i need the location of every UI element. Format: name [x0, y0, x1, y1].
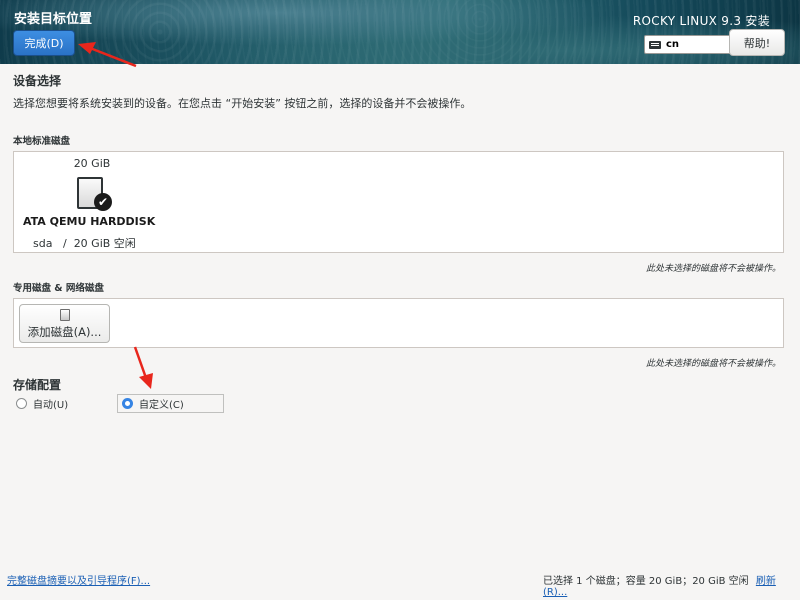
disk-tile-sda[interactable]: 20 GiB ✔ ATA QEMU HARDDISK sda / 20 GiB … [17, 154, 167, 250]
radio-automatic[interactable]: 自动(U) [16, 396, 68, 411]
header-texture [0, 0, 800, 64]
storage-config-title: 存储配置 [13, 378, 62, 392]
disk-free: 20 GiB 空闲 [73, 237, 136, 250]
specialized-disks-note: 此处未选择的磁盘将不会被操作。 [645, 359, 781, 369]
add-disk-button[interactable]: 添加磁盘(A)... [19, 304, 110, 343]
done-button[interactable]: 完成(D) [13, 30, 75, 56]
device-selection-title: 设备选择 [13, 74, 62, 88]
disk-device: sda [33, 237, 53, 250]
full-disk-summary-link[interactable]: 完整磁盘摘要以及引导程序(F)... [7, 572, 150, 587]
device-selection-description: 选择您想要将系统安装到的设备。在您点击 “开始安装” 按钮之前，选择的设备并不会… [13, 97, 472, 110]
harddisk-icon [60, 309, 70, 321]
disk-separator: / [62, 237, 67, 250]
keyboard-icon [649, 40, 661, 49]
specialized-disks-title: 专用磁盘 & 网络磁盘 [13, 283, 104, 294]
radio-button-checked[interactable] [122, 398, 133, 409]
local-disks-note: 此处未选择的磁盘将不会被操作。 [645, 264, 781, 274]
local-disks-title: 本地标准磁盘 [13, 136, 71, 147]
add-disk-label: 添加磁盘(A)... [27, 325, 102, 339]
header-banner: 安装目标位置 完成(D) ROCKY LINUX 9.3 安装 cn 帮助! [0, 0, 800, 64]
keyboard-layout-label: cn [666, 39, 680, 50]
radio-custom[interactable]: 自定义(C) [117, 394, 224, 413]
keyboard-layout-indicator[interactable]: cn [644, 35, 734, 54]
selection-status: 已选择 1 个磁盘；容量 20 GiB；20 GiB 空闲 [543, 576, 749, 587]
product-title: ROCKY LINUX 9.3 安装 [632, 14, 770, 28]
disk-size: 20 GiB [73, 157, 111, 170]
specialized-disks-panel: 添加磁盘(A)... [13, 298, 784, 348]
checkmark-icon: ✔ [94, 193, 112, 211]
local-disks-panel: 20 GiB ✔ ATA QEMU HARDDISK sda / 20 GiB … [13, 151, 784, 253]
page-title: 安装目标位置 [14, 12, 93, 27]
selection-summary: 已选择 1 个磁盘；容量 20 GiB；20 GiB 空闲 刷新(R)... [543, 572, 800, 598]
disk-detail: sda / 20 GiB 空闲 [33, 235, 136, 251]
help-button[interactable]: 帮助! [729, 29, 785, 56]
radio-automatic-label: 自动(U) [33, 400, 69, 411]
radio-button[interactable] [16, 398, 27, 409]
arrow-to-custom-option [133, 346, 153, 389]
disk-name: ATA QEMU HARDDISK [23, 215, 156, 228]
radio-custom-label: 自定义(C) [139, 400, 184, 411]
